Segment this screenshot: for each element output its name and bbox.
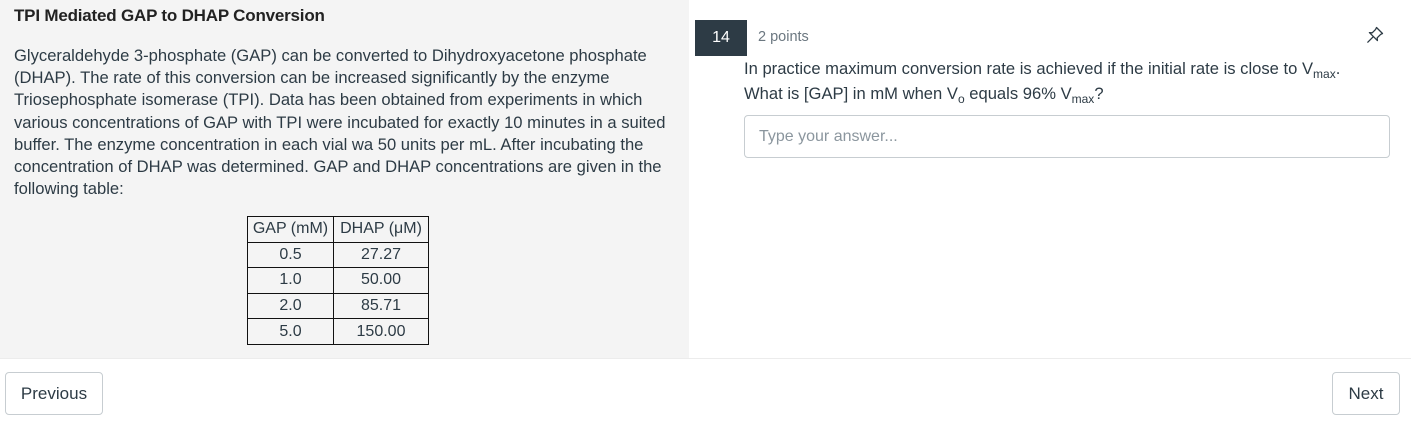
pin-icon-graphic	[1367, 26, 1384, 43]
question-points: 2 points	[758, 29, 809, 45]
previous-button[interactable]: Previous	[5, 372, 103, 415]
question-prompt-line-1: In practice maximum conversion rate is a…	[744, 59, 1341, 81]
question-prompt-line-2: What is [GAP] in mM when Vo equals 96% V…	[744, 84, 1104, 106]
passage-text: Glyceraldehyde 3-phosphate (GAP) can be …	[14, 46, 666, 199]
column-header-gap: GAP (mM)	[247, 216, 334, 243]
table-cell-gap: 5.0	[247, 318, 334, 345]
next-button[interactable]: Next	[1332, 372, 1400, 415]
answer-input[interactable]	[744, 115, 1390, 158]
data-table: GAP (mM) DHAP (μM) 0.5 27.27 1.0 50.00 2…	[247, 216, 429, 345]
table-cell-gap: 1.0	[247, 267, 334, 294]
passage-panel: TPI Mediated GAP to DHAP Conversion Glyc…	[0, 0, 689, 358]
pin-icon[interactable]	[1365, 25, 1385, 45]
table-row: 2.0 85.71	[247, 292, 429, 320]
table-cell-dhap: 150.00	[333, 318, 429, 345]
question-prompt: In practice maximum conversion rate is a…	[744, 56, 1394, 106]
table-cell-gap: 0.5	[247, 241, 334, 269]
quiz-page: TPI Mediated GAP to DHAP Conversion Glyc…	[0, 0, 1411, 427]
footer-divider	[0, 358, 1411, 359]
table-header-row: GAP (mM) DHAP (μM)	[247, 216, 429, 243]
table-cell-gap: 2.0	[247, 292, 334, 320]
passage-title: TPI Mediated GAP to DHAP Conversion	[14, 6, 325, 25]
table-row: 0.5 27.27	[247, 241, 429, 269]
question-panel: 14 2 points In practice maximum conversi…	[689, 0, 1411, 358]
table-cell-dhap: 50.00	[333, 267, 429, 294]
table-row: 1.0 50.00	[247, 267, 429, 294]
column-header-dhap: DHAP (μM)	[333, 216, 429, 243]
question-number: 14	[695, 20, 747, 56]
table-cell-dhap: 27.27	[333, 241, 429, 269]
table-row: 5.0 150.00	[247, 318, 429, 345]
table-cell-dhap: 85.71	[333, 292, 429, 320]
